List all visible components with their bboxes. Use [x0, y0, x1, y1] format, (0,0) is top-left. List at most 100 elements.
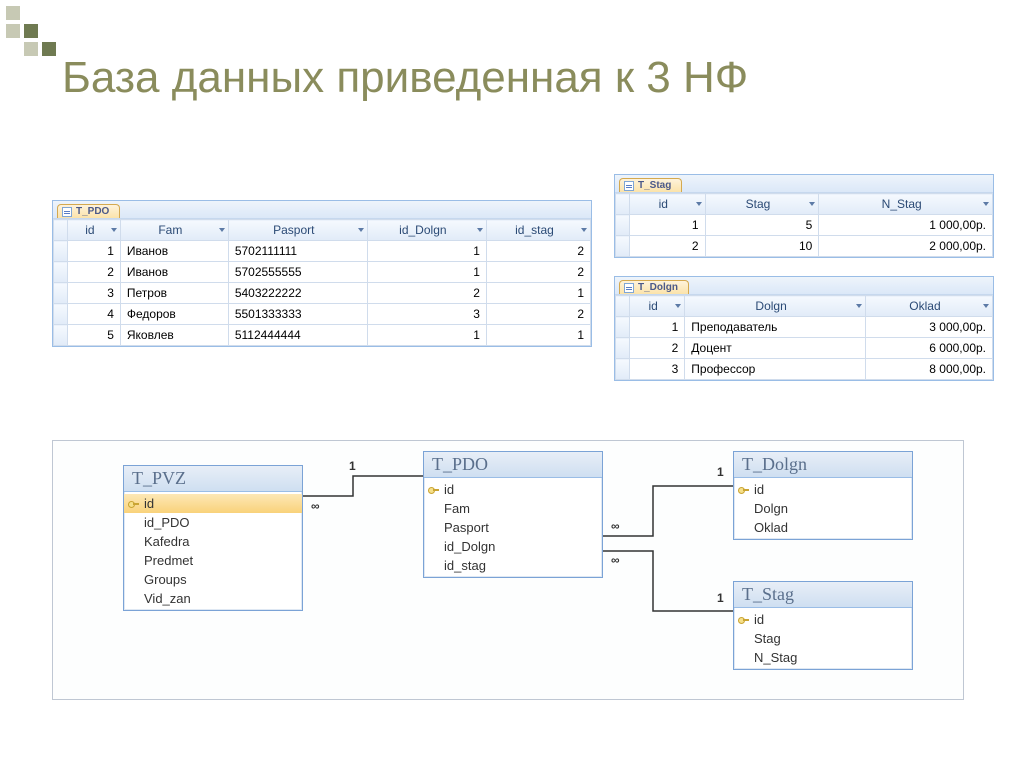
table-row[interactable]: 2 10 2 000,00р.: [616, 236, 993, 257]
column-header-stag[interactable]: Stag: [705, 194, 819, 215]
row-selector[interactable]: [54, 325, 68, 346]
row-selector-header[interactable]: [54, 220, 68, 241]
cell[interactable]: 1: [486, 325, 590, 346]
cell[interactable]: Иванов: [120, 241, 228, 262]
column-header-n-stag[interactable]: N_Stag: [819, 194, 993, 215]
relation-title[interactable]: T_Stag: [734, 582, 912, 608]
cell[interactable]: Доцент: [685, 338, 866, 359]
column-header-pasport[interactable]: Pasport: [228, 220, 367, 241]
relation-field[interactable]: Vid_zan: [124, 589, 302, 608]
cell[interactable]: 1: [68, 241, 121, 262]
column-header-dolgn[interactable]: Dolgn: [685, 296, 866, 317]
table-row[interactable]: 1 Преподаватель 3 000,00р.: [616, 317, 993, 338]
cell[interactable]: 2: [68, 262, 121, 283]
cell[interactable]: Преподаватель: [685, 317, 866, 338]
cell[interactable]: 5: [705, 215, 819, 236]
cell[interactable]: 5501333333: [228, 304, 367, 325]
column-header-id[interactable]: id: [68, 220, 121, 241]
relation-field[interactable]: Pasport: [424, 518, 602, 537]
relation-field[interactable]: id_Dolgn: [424, 537, 602, 556]
row-selector[interactable]: [54, 241, 68, 262]
column-header-oklad[interactable]: Oklad: [865, 296, 992, 317]
cell[interactable]: 2: [486, 304, 590, 325]
row-selector-header[interactable]: [616, 296, 630, 317]
relation-field[interactable]: id_PDO: [124, 513, 302, 532]
relation-field[interactable]: id_stag: [424, 556, 602, 575]
relation-title[interactable]: T_PDO: [424, 452, 602, 478]
relation-field[interactable]: Stag: [734, 629, 912, 648]
relation-title[interactable]: T_PVZ: [124, 466, 302, 492]
row-selector[interactable]: [54, 262, 68, 283]
relation-field[interactable]: N_Stag: [734, 648, 912, 667]
cell[interactable]: 8 000,00р.: [865, 359, 992, 380]
relation-field[interactable]: Fam: [424, 499, 602, 518]
cell[interactable]: 1: [630, 317, 685, 338]
cell[interactable]: 2: [630, 236, 706, 257]
column-header-id-dolgn[interactable]: id_Dolgn: [367, 220, 486, 241]
relation-field[interactable]: Dolgn: [734, 499, 912, 518]
table-row[interactable]: 3 Петров 5403222222 2 1: [54, 283, 591, 304]
table-row[interactable]: 2 Доцент 6 000,00р.: [616, 338, 993, 359]
cell[interactable]: 6 000,00р.: [865, 338, 992, 359]
cell[interactable]: 3: [68, 283, 121, 304]
cell[interactable]: 2: [630, 338, 685, 359]
row-selector-header[interactable]: [616, 194, 630, 215]
cell[interactable]: 1: [367, 262, 486, 283]
cell[interactable]: 5702111111: [228, 241, 367, 262]
table-row[interactable]: 2 Иванов 5702555555 1 2: [54, 262, 591, 283]
relation-table-t-pvz[interactable]: T_PVZ id id_PDO Kafedra Predmet Groups V…: [123, 465, 303, 611]
cell[interactable]: 5: [68, 325, 121, 346]
cell[interactable]: Яковлев: [120, 325, 228, 346]
cell[interactable]: 1: [367, 325, 486, 346]
row-selector[interactable]: [54, 283, 68, 304]
cell[interactable]: 2: [486, 262, 590, 283]
column-header-id-stag[interactable]: id_stag: [486, 220, 590, 241]
cell[interactable]: 1: [367, 241, 486, 262]
cell[interactable]: 3 000,00р.: [865, 317, 992, 338]
relation-table-t-stag[interactable]: T_Stag id Stag N_Stag: [733, 581, 913, 670]
row-selector[interactable]: [616, 317, 630, 338]
relation-field[interactable]: id: [734, 610, 912, 629]
relation-field[interactable]: Oklad: [734, 518, 912, 537]
row-selector[interactable]: [54, 304, 68, 325]
cell[interactable]: 3: [367, 304, 486, 325]
relation-field[interactable]: id: [124, 494, 302, 513]
relation-field[interactable]: Predmet: [124, 551, 302, 570]
cell[interactable]: 2 000,00р.: [819, 236, 993, 257]
cell[interactable]: 2: [367, 283, 486, 304]
relation-table-t-dolgn[interactable]: T_Dolgn id Dolgn Oklad: [733, 451, 913, 540]
relation-field[interactable]: Groups: [124, 570, 302, 589]
cell[interactable]: Петров: [120, 283, 228, 304]
column-header-id[interactable]: id: [630, 194, 706, 215]
cell[interactable]: 1: [630, 215, 706, 236]
table-row[interactable]: 5 Яковлев 5112444444 1 1: [54, 325, 591, 346]
table-row[interactable]: 1 Иванов 5702111111 1 2: [54, 241, 591, 262]
relation-table-t-pdo[interactable]: T_PDO id Fam Pasport id_Dolgn id_stag: [423, 451, 603, 578]
row-selector[interactable]: [616, 338, 630, 359]
row-selector[interactable]: [616, 236, 630, 257]
tab-t-dolgn[interactable]: T_Dolgn: [619, 280, 689, 294]
column-header-fam[interactable]: Fam: [120, 220, 228, 241]
row-selector[interactable]: [616, 359, 630, 380]
cell[interactable]: 2: [486, 241, 590, 262]
cell[interactable]: 3: [630, 359, 685, 380]
cell[interactable]: 5403222222: [228, 283, 367, 304]
cell[interactable]: 10: [705, 236, 819, 257]
tab-t-stag[interactable]: T_Stag: [619, 178, 682, 192]
cell[interactable]: 1: [486, 283, 590, 304]
relation-field[interactable]: Kafedra: [124, 532, 302, 551]
cell[interactable]: Федоров: [120, 304, 228, 325]
table-row[interactable]: 1 5 1 000,00р.: [616, 215, 993, 236]
cell[interactable]: 1 000,00р.: [819, 215, 993, 236]
table-row[interactable]: 4 Федоров 5501333333 3 2: [54, 304, 591, 325]
cell[interactable]: 4: [68, 304, 121, 325]
table-row[interactable]: 3 Профессор 8 000,00р.: [616, 359, 993, 380]
tab-t-pdo[interactable]: T_PDO: [57, 204, 120, 218]
relation-field[interactable]: id: [424, 480, 602, 499]
cell[interactable]: Иванов: [120, 262, 228, 283]
cell[interactable]: 5702555555: [228, 262, 367, 283]
cell[interactable]: Профессор: [685, 359, 866, 380]
column-header-id[interactable]: id: [630, 296, 685, 317]
relation-field[interactable]: id: [734, 480, 912, 499]
cell[interactable]: 5112444444: [228, 325, 367, 346]
